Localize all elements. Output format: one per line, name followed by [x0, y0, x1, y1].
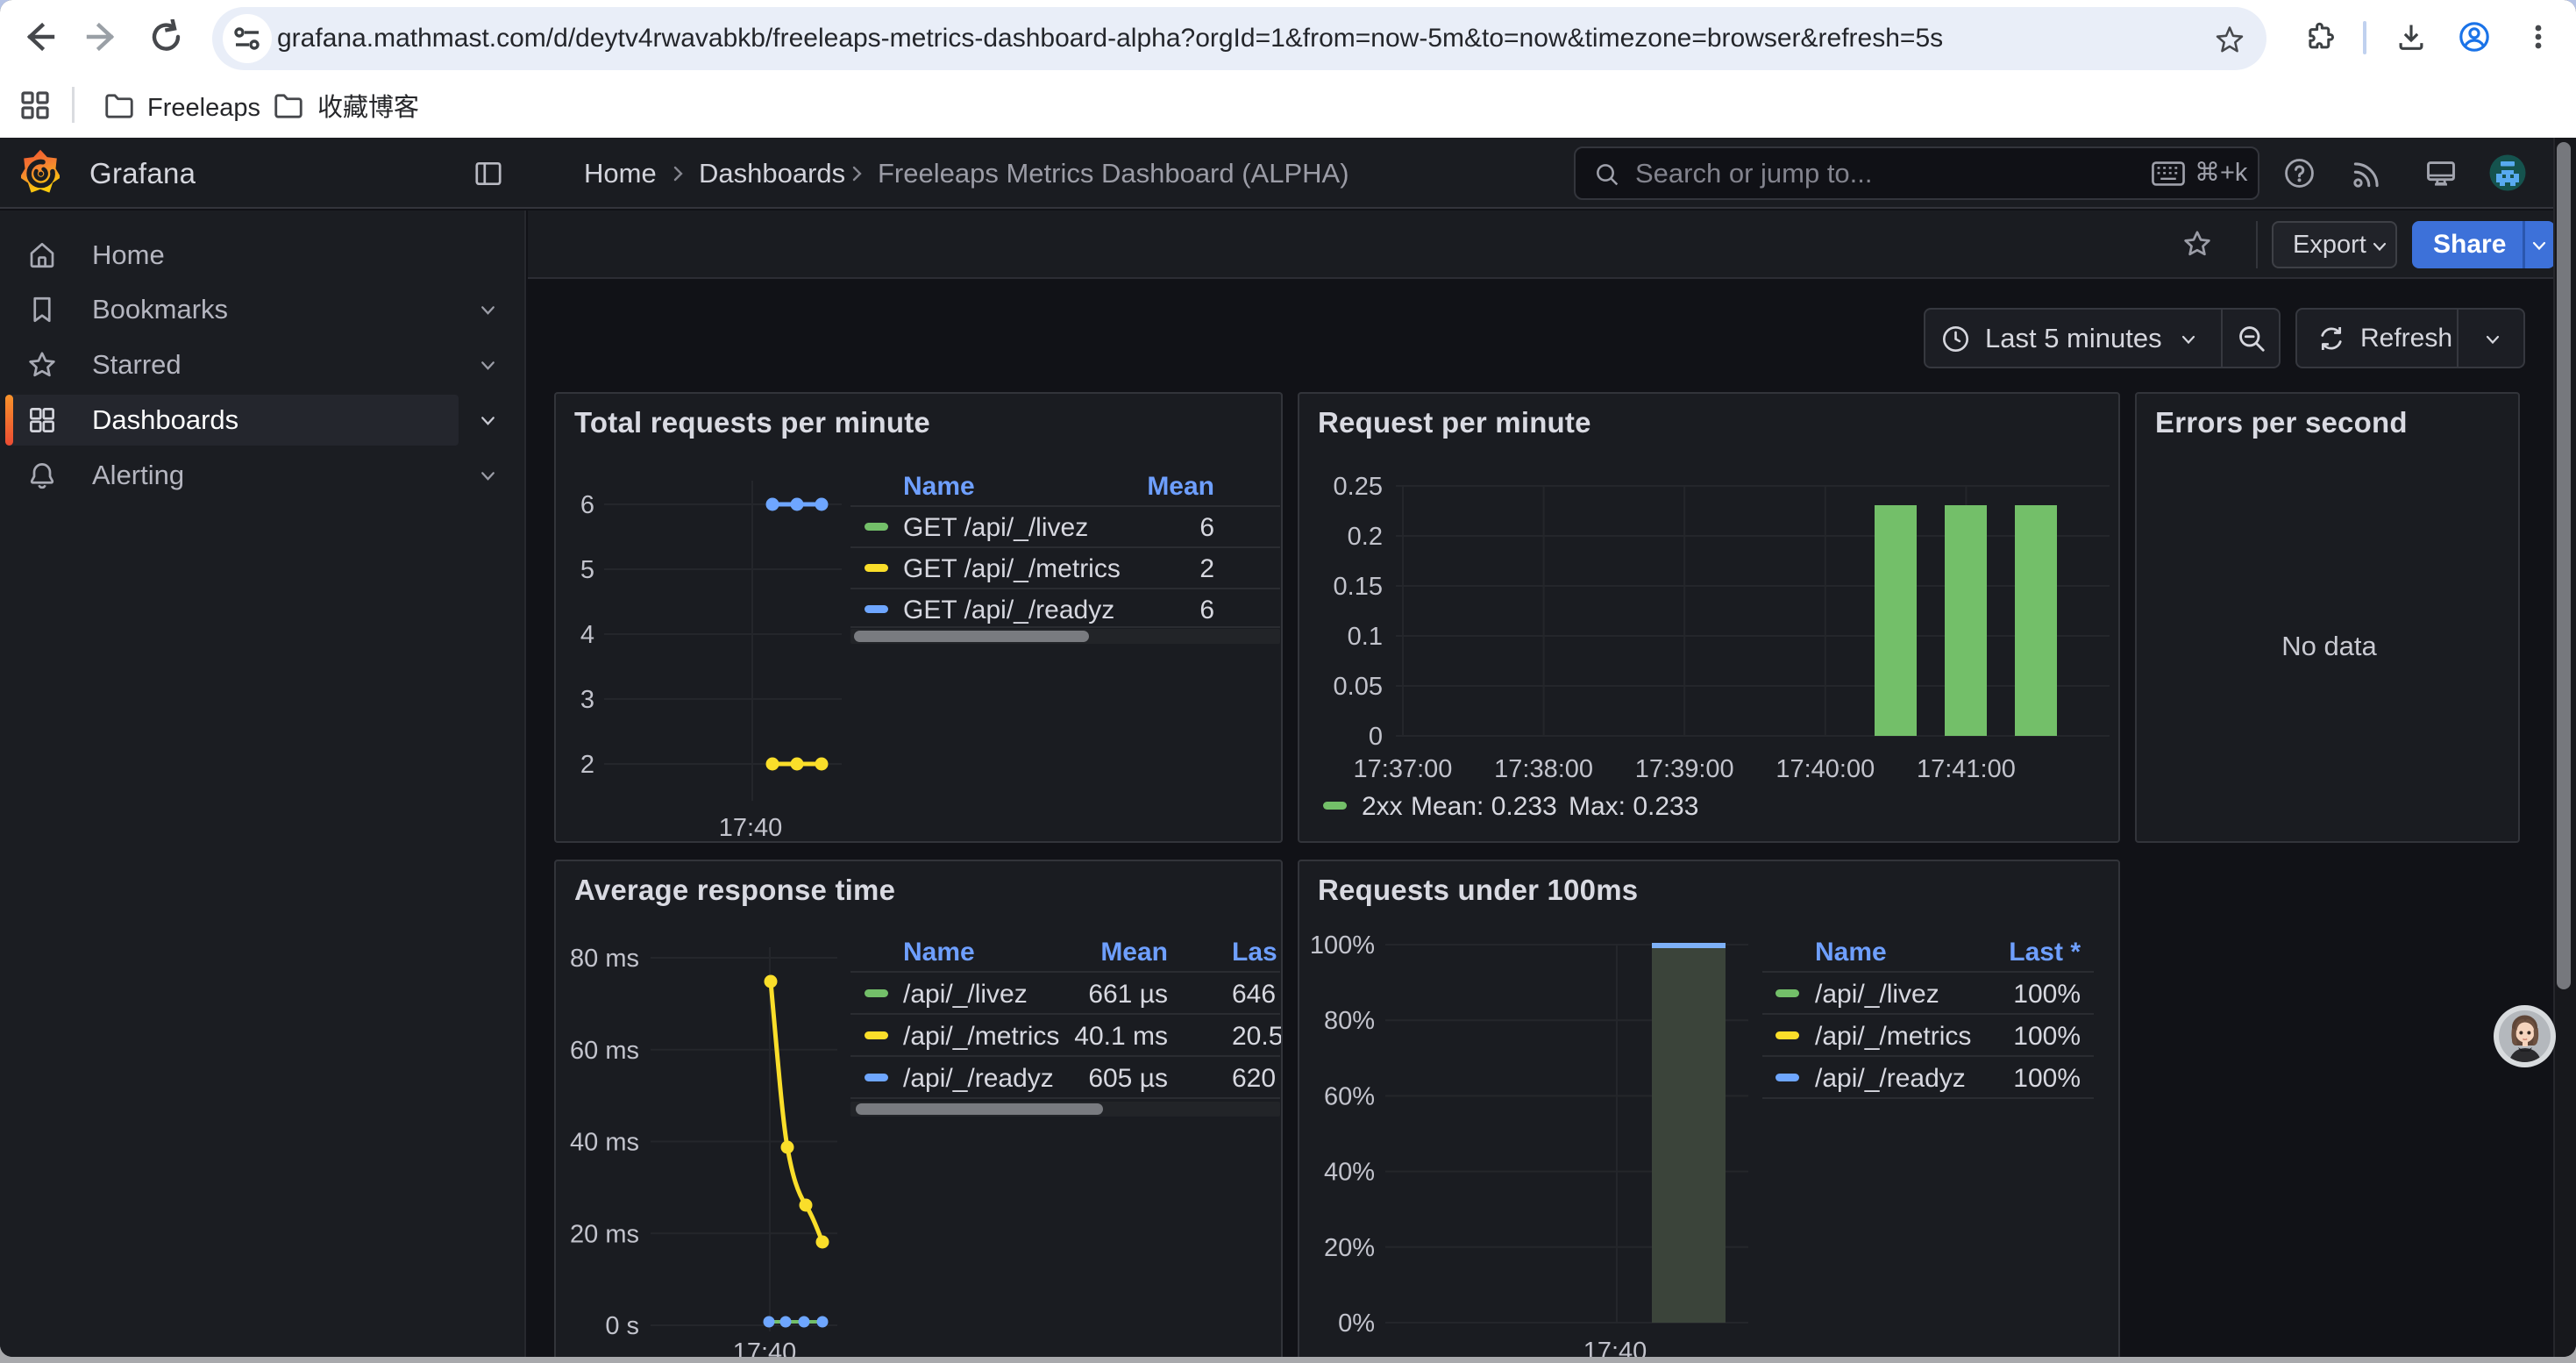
svg-text:Mean: Mean: [1147, 472, 1214, 501]
svg-text:Mean: Mean: [1100, 938, 1168, 967]
svg-text:80 ms: 80 ms: [570, 945, 639, 973]
svg-text:0 s: 0 s: [605, 1312, 639, 1340]
svg-text:/api/_/metrics: /api/_/metrics: [1815, 1022, 1971, 1051]
svg-text:5: 5: [580, 556, 594, 584]
svg-text:6: 6: [1199, 596, 1214, 624]
svg-text:Name: Name: [903, 472, 975, 501]
svg-text:2xx: 2xx: [1362, 792, 1403, 821]
svg-text:/api/_/readyz: /api/_/readyz: [1815, 1064, 1966, 1093]
svg-text:17:40: 17:40: [733, 1338, 797, 1357]
svg-text:Mean: 0.233: Mean: 0.233: [1411, 792, 1557, 821]
svg-text:100%: 100%: [2013, 980, 2081, 1009]
svg-text:60%: 60%: [1324, 1082, 1375, 1110]
svg-text:100%: 100%: [1310, 931, 1375, 960]
svg-text:Name: Name: [903, 938, 975, 967]
svg-text:100%: 100%: [2013, 1064, 2081, 1093]
svg-text:40%: 40%: [1324, 1159, 1375, 1187]
svg-text:605 µs: 605 µs: [1088, 1064, 1168, 1093]
svg-text:Name: Name: [1815, 938, 1887, 967]
svg-text:620: 620: [1232, 1064, 1276, 1093]
svg-text:/api/_/readyz: /api/_/readyz: [903, 1064, 1054, 1093]
svg-text:40.1 ms: 40.1 ms: [1074, 1022, 1168, 1051]
svg-text:60 ms: 60 ms: [570, 1037, 639, 1065]
svg-text:20%: 20%: [1324, 1234, 1375, 1262]
svg-text:17:40: 17:40: [719, 814, 783, 841]
svg-text:17:39:00: 17:39:00: [1635, 755, 1734, 783]
svg-text:100%: 100%: [2013, 1022, 2081, 1051]
svg-text:0.15: 0.15: [1334, 573, 1383, 601]
svg-text:Las: Las: [1232, 938, 1277, 967]
svg-text:17:40:00: 17:40:00: [1775, 755, 1875, 783]
svg-text:17:40: 17:40: [1583, 1338, 1647, 1357]
svg-text:6: 6: [1199, 513, 1214, 542]
svg-text:Last *: Last *: [2009, 938, 2081, 967]
svg-text:2: 2: [1199, 554, 1214, 583]
svg-text:40 ms: 40 ms: [570, 1129, 639, 1157]
svg-text:/api/_/livez: /api/_/livez: [903, 980, 1028, 1009]
svg-text:17:38:00: 17:38:00: [1494, 755, 1593, 783]
svg-text:661 µs: 661 µs: [1088, 980, 1168, 1009]
svg-text:80%: 80%: [1324, 1007, 1375, 1035]
svg-text:0: 0: [1369, 723, 1383, 751]
svg-text:646: 646: [1232, 980, 1276, 1009]
svg-text:GET /api/_/readyz: GET /api/_/readyz: [903, 596, 1114, 624]
svg-text:17:37:00: 17:37:00: [1354, 755, 1453, 783]
svg-text:0.1: 0.1: [1348, 623, 1383, 651]
svg-text:0%: 0%: [1338, 1309, 1375, 1338]
svg-text:/api/_/livez: /api/_/livez: [1815, 980, 1939, 1009]
svg-text:0.05: 0.05: [1334, 673, 1383, 701]
svg-text:2: 2: [580, 751, 594, 779]
svg-text:17:41:00: 17:41:00: [1917, 755, 2016, 783]
svg-text:Max: 0.233: Max: 0.233: [1569, 792, 1698, 821]
svg-text:0.25: 0.25: [1334, 473, 1383, 501]
svg-text:GET /api/_/livez: GET /api/_/livez: [903, 513, 1088, 542]
svg-text:GET /api/_/metrics: GET /api/_/metrics: [903, 554, 1121, 583]
svg-text:20.5 m: 20.5 m: [1232, 1022, 1281, 1051]
svg-text:3: 3: [580, 686, 594, 714]
svg-text:20 ms: 20 ms: [570, 1220, 639, 1248]
svg-text:/api/_/metrics: /api/_/metrics: [903, 1022, 1059, 1051]
svg-text:6: 6: [580, 491, 594, 519]
svg-text:0.2: 0.2: [1348, 523, 1383, 551]
svg-text:4: 4: [580, 621, 594, 649]
